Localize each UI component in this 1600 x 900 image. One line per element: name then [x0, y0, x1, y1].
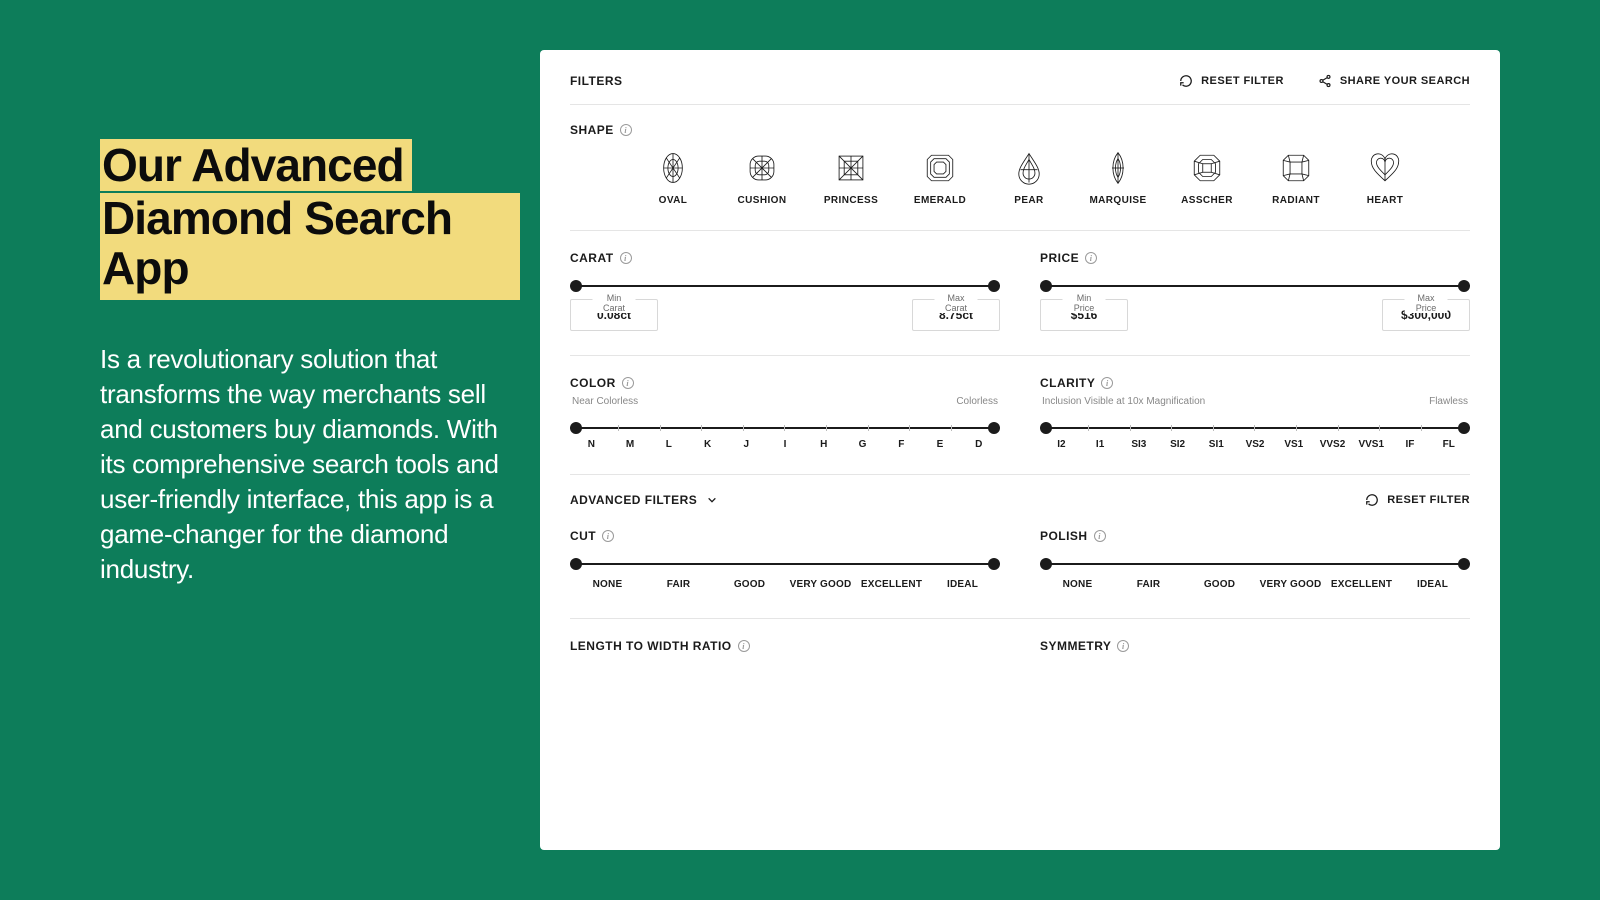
shape-oval[interactable]: OVAL	[638, 151, 708, 206]
color-ticks: NMLKJIHGFED	[572, 439, 998, 450]
price-max-handle[interactable]	[1458, 280, 1470, 292]
cut-slider[interactable]	[576, 563, 994, 565]
polish-ticks: NONEFAIRGOODVERY GOODEXCELLENTIDEAL	[1042, 579, 1468, 590]
advanced-reset-button[interactable]: RESET FILTER	[1365, 493, 1470, 507]
info-icon[interactable]: i	[1101, 377, 1113, 389]
color-low-hint: Near Colorless	[572, 396, 638, 407]
hero-body: Is a revolutionary solution that transfo…	[100, 342, 500, 588]
info-icon[interactable]: i	[622, 377, 634, 389]
cut-max-handle[interactable]	[988, 558, 1000, 570]
reset-filter-button[interactable]: RESET FILTER	[1179, 74, 1284, 88]
info-icon[interactable]: i	[1085, 252, 1097, 264]
carat-min-input[interactable]: Min Carat 0.08ct	[570, 299, 658, 331]
shape-options: OVAL CUSHION PRINCESS EMERALD PEAR MARQU…	[570, 137, 1470, 231]
reset-filter-label: RESET FILTER	[1201, 75, 1284, 87]
color-high-hint: Colorless	[956, 396, 998, 407]
polish-filter: POLISH i NONEFAIRGOODVERY GOODEXCELLENTI…	[1040, 529, 1470, 590]
hero-headline: Our Advanced Diamond Search App	[100, 140, 520, 300]
info-icon[interactable]: i	[1117, 640, 1129, 652]
cut-min-handle[interactable]	[570, 558, 582, 570]
clarity-low-hint: Inclusion Visible at 10x Magnification	[1042, 396, 1205, 407]
clarity-filter: CLARITY i Inclusion Visible at 10x Magni…	[1040, 376, 1470, 450]
price-max-input[interactable]: Max Price $300,000	[1382, 299, 1470, 331]
refresh-icon	[1365, 493, 1379, 507]
cut-filter: CUT i NONEFAIRGOODVERY GOODEXCELLENTIDEA…	[570, 529, 1000, 590]
carat-filter: CARAT i Min Carat 0.08ct Max Carat 8.75c…	[570, 251, 1000, 331]
price-filter: PRICE i Min Price $516 Max Price $300,00…	[1040, 251, 1470, 331]
filters-heading: FILTERS	[570, 74, 622, 88]
shape-princess[interactable]: PRINCESS	[816, 151, 886, 206]
shape-pear[interactable]: PEAR	[994, 151, 1064, 206]
polish-slider[interactable]	[1046, 563, 1464, 565]
info-icon[interactable]: i	[602, 530, 614, 542]
carat-max-handle[interactable]	[988, 280, 1000, 292]
headline-line-2: Diamond Search App	[100, 193, 520, 300]
cut-label: CUT	[570, 529, 596, 543]
diamond-search-app: FILTERS RESET FILTER SHARE YOUR SEARCH S…	[540, 50, 1500, 850]
share-search-button[interactable]: SHARE YOUR SEARCH	[1318, 74, 1470, 88]
advanced-filters-toggle[interactable]: ADVANCED FILTERS	[570, 493, 717, 507]
info-icon[interactable]: i	[620, 252, 632, 264]
shape-heart[interactable]: HEART	[1350, 151, 1420, 206]
carat-max-input[interactable]: Max Carat 8.75ct	[912, 299, 1000, 331]
info-icon[interactable]: i	[738, 640, 750, 652]
carat-min-handle[interactable]	[570, 280, 582, 292]
shape-label: SHAPE	[570, 123, 614, 137]
headline-line-1: Our Advanced	[100, 139, 412, 191]
carat-label: CARAT	[570, 251, 614, 265]
color-label: COLOR	[570, 376, 616, 390]
refresh-icon	[1179, 74, 1193, 88]
shape-cushion[interactable]: CUSHION	[727, 151, 797, 206]
symmetry-label: SYMMETRY	[1040, 639, 1111, 653]
price-min-handle[interactable]	[1040, 280, 1052, 292]
info-icon[interactable]: i	[1094, 530, 1106, 542]
info-icon[interactable]: i	[620, 124, 632, 136]
chevron-down-icon	[707, 495, 717, 505]
shape-emerald[interactable]: EMERALD	[905, 151, 975, 206]
clarity-high-hint: Flawless	[1429, 396, 1468, 407]
price-min-input[interactable]: Min Price $516	[1040, 299, 1128, 331]
clarity-label: CLARITY	[1040, 376, 1095, 390]
lwr-label: LENGTH TO WIDTH RATIO	[570, 639, 732, 653]
share-search-label: SHARE YOUR SEARCH	[1340, 75, 1470, 87]
share-icon	[1318, 74, 1332, 88]
shape-marquise[interactable]: MARQUISE	[1083, 151, 1153, 206]
carat-slider[interactable]	[576, 285, 994, 287]
price-label: PRICE	[1040, 251, 1079, 265]
color-filter: COLOR i Near Colorless Colorless NMLKJIH…	[570, 376, 1000, 450]
price-slider[interactable]	[1046, 285, 1464, 287]
polish-min-handle[interactable]	[1040, 558, 1052, 570]
shape-asscher[interactable]: ASSCHER	[1172, 151, 1242, 206]
shape-radiant[interactable]: RADIANT	[1261, 151, 1331, 206]
cut-ticks: NONEFAIRGOODVERY GOODEXCELLENTIDEAL	[572, 579, 998, 590]
polish-label: POLISH	[1040, 529, 1088, 543]
polish-max-handle[interactable]	[1458, 558, 1470, 570]
clarity-ticks: I2I1SI3SI2SI1VS2VS1VVS2VVS1IFFL	[1042, 439, 1468, 450]
